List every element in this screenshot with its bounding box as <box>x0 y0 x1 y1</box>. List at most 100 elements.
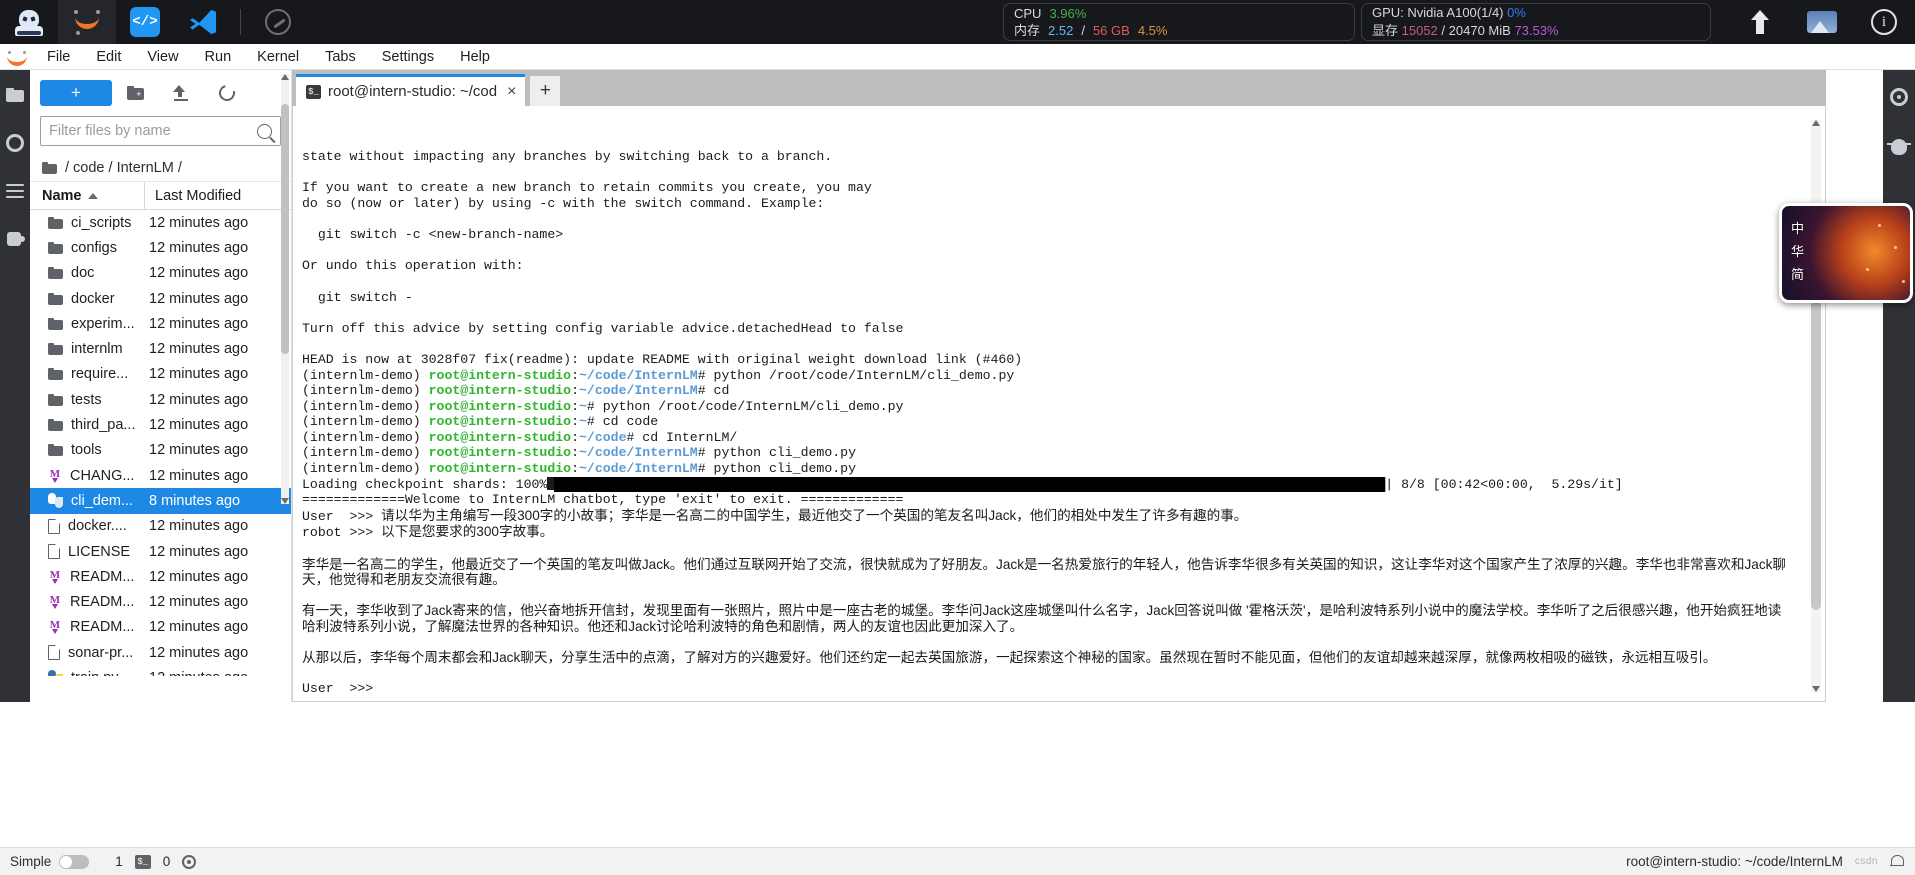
menu-edit[interactable]: Edit <box>83 44 134 70</box>
folder-icon <box>48 444 63 457</box>
file-list-item[interactable]: tests 12 minutes ago <box>30 387 291 412</box>
column-last-modified[interactable]: Last Modified <box>145 188 291 204</box>
extensions-icon[interactable] <box>4 228 26 250</box>
settings-icon[interactable] <box>182 854 197 869</box>
upload-files-button[interactable] <box>158 78 204 108</box>
file-modified: 12 minutes ago <box>149 467 249 484</box>
vram-total: 20470 MiB <box>1448 23 1511 38</box>
python-file-icon <box>48 493 63 509</box>
file-name-label: require... <box>71 366 129 383</box>
file-list-item[interactable]: M READM... 12 minutes ago <box>30 589 291 614</box>
file-list-item[interactable]: doc 12 minutes ago <box>30 261 291 286</box>
menu-help[interactable]: Help <box>447 44 503 70</box>
terminal-scroll-thumb[interactable] <box>1811 300 1821 610</box>
file-list-item[interactable]: docker 12 minutes ago <box>30 286 291 311</box>
simple-mode-toggle[interactable] <box>59 854 90 869</box>
menu-settings[interactable]: Settings <box>369 44 447 70</box>
file-modified: 12 minutes ago <box>149 391 249 408</box>
terminal-robot-paragraph: 李华是一名高二的学生，他最近交了一个英国的笔友叫做Jack。他们通过互联网开始了… <box>302 556 1787 588</box>
file-list-item[interactable]: docker.... 12 minutes ago <box>30 514 291 539</box>
code-app-icon[interactable]: </> <box>116 0 174 44</box>
tab-terminal[interactable]: $_ root@intern-studio: ~/cod × <box>296 74 526 106</box>
file-list-scrollbar[interactable] <box>281 74 289 504</box>
notification-bell-icon[interactable] <box>1890 854 1904 869</box>
scroll-thumb[interactable] <box>281 104 289 354</box>
filter-files-field[interactable] <box>40 116 281 146</box>
new-tab-button[interactable]: + <box>530 76 561 106</box>
file-list-item[interactable]: configs 12 minutes ago <box>30 235 291 260</box>
sort-ascending-icon <box>87 192 98 199</box>
terminal-robot-paragraph: 从那以后，李华每个周末都会和Jack聊天，分享生活中的点滴，了解对方的兴趣爱好。… <box>302 650 1717 666</box>
vscode-app-icon[interactable] <box>174 0 232 44</box>
folder-icon <box>48 343 63 356</box>
terminal-prompt-line: (internlm-demo) root@intern-studio:~/cod… <box>302 429 738 445</box>
file-list-item[interactable]: third_pa... 12 minutes ago <box>30 412 291 437</box>
debugger-icon[interactable] <box>1887 136 1911 158</box>
menu-tabs[interactable]: Tabs <box>312 44 369 70</box>
memory-used: 2.52 <box>1048 23 1074 38</box>
search-input[interactable] <box>49 123 257 139</box>
file-name: train.py <box>30 670 145 676</box>
new-folder-button[interactable]: + <box>112 78 158 108</box>
file-modified: 12 minutes ago <box>149 417 249 434</box>
vram-separator: / <box>1441 23 1446 38</box>
memory-percent: 4.5% <box>1137 23 1168 38</box>
menu-file[interactable]: File <box>34 44 83 70</box>
tensorboard-icon[interactable] <box>1729 0 1791 44</box>
terminal-blank <box>302 541 1825 557</box>
breadcrumb-path: / code / InternLM / <box>65 159 182 176</box>
file-list-item[interactable]: train.py 12 minutes ago <box>30 665 291 676</box>
commands-icon[interactable] <box>4 180 26 202</box>
file-list-item[interactable]: require... 12 minutes ago <box>30 362 291 387</box>
memory-label: 内存 <box>1014 23 1041 38</box>
terminal-output[interactable]: state without impacting any branches by … <box>292 106 1826 702</box>
image-gallery-icon[interactable] <box>1791 0 1853 44</box>
compass-app-icon[interactable] <box>249 0 307 44</box>
file-name: M READM... <box>30 594 145 610</box>
file-modified: 12 minutes ago <box>149 518 249 535</box>
terminal-scroll-down-icon[interactable] <box>1812 686 1820 692</box>
column-name[interactable]: Name <box>30 182 145 209</box>
memory-separator: / <box>1081 23 1085 38</box>
refresh-button[interactable] <box>204 78 250 108</box>
scroll-up-icon[interactable] <box>281 74 289 80</box>
menu-run[interactable]: Run <box>192 44 245 70</box>
left-activity-bar <box>0 70 30 702</box>
file-list-item[interactable]: tools 12 minutes ago <box>30 438 291 463</box>
generic-file-icon <box>48 544 60 559</box>
menu-kernel[interactable]: Kernel <box>244 44 312 70</box>
file-list[interactable]: ci_scripts 12 minutes ago configs 12 minute… <box>30 210 291 676</box>
file-name: M CHANG... <box>30 468 145 484</box>
info-icon[interactable]: i <box>1853 0 1915 44</box>
new-launcher-button[interactable]: + <box>40 80 112 106</box>
terminal-line: HEAD is now at 3028f07 fix(readme): upda… <box>302 351 1023 367</box>
file-list-item[interactable]: ci_scripts 12 minutes ago <box>30 210 291 235</box>
file-list-item[interactable]: cli_dem... 8 minutes ago <box>30 488 291 514</box>
file-list-item[interactable]: M READM... 12 minutes ago <box>30 615 291 640</box>
file-browser-icon[interactable] <box>4 84 26 106</box>
file-list-item[interactable]: M READM... 12 minutes ago <box>30 564 291 589</box>
running-sessions-icon[interactable] <box>4 132 26 154</box>
file-list-item[interactable]: internlm 12 minutes ago <box>30 336 291 361</box>
property-inspector-icon[interactable] <box>1888 86 1910 108</box>
python-file-icon <box>48 670 63 676</box>
file-list-item[interactable]: sonar-pr... 12 minutes ago <box>30 640 291 665</box>
file-list-item[interactable]: M CHANG... 12 minutes ago <box>30 463 291 488</box>
breadcrumb[interactable]: / code / InternLM / <box>30 154 291 182</box>
folder-icon <box>48 419 63 432</box>
terminal-scroll-up-icon[interactable] <box>1812 120 1820 126</box>
file-list-item[interactable]: LICENSE 12 minutes ago <box>30 539 291 564</box>
kernel-count: 0 <box>162 854 171 869</box>
menu-view[interactable]: View <box>134 44 191 70</box>
file-name: docker <box>30 291 145 307</box>
file-list-item[interactable]: experim... 12 minutes ago <box>30 311 291 336</box>
file-modified: 12 minutes ago <box>145 670 291 676</box>
generic-file-icon <box>48 518 60 534</box>
robot-app-icon[interactable] <box>0 0 58 44</box>
scroll-down-icon[interactable] <box>281 498 289 504</box>
close-icon[interactable]: × <box>504 83 519 101</box>
autumn-preview-thumbnail[interactable]: 中 华 简 <box>1779 203 1913 303</box>
vram-used: 15052 <box>1401 23 1438 38</box>
jupyter-app-icon[interactable] <box>58 0 116 44</box>
